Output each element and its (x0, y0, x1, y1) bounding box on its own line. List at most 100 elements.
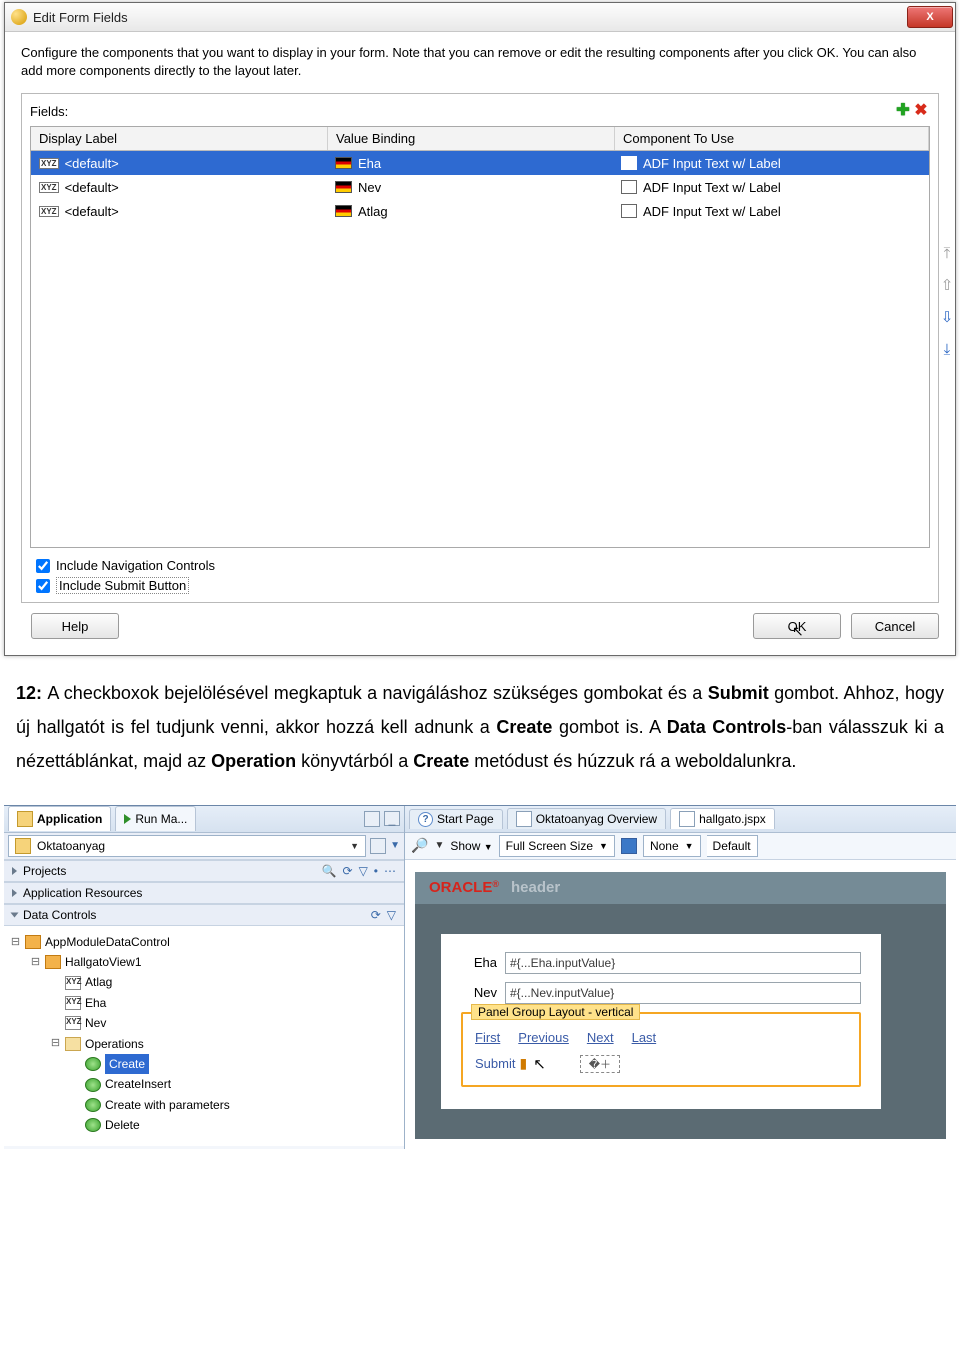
tab-hallgato-jspx[interactable]: hallgato.jspx (670, 808, 775, 829)
tree-attr[interactable]: XYZEha (8, 993, 400, 1013)
tree-operation[interactable]: CreateInsert (8, 1074, 400, 1094)
gear-icon (85, 1057, 101, 1071)
col-display-label[interactable]: Display Label (31, 127, 328, 150)
tab-overview[interactable]: Oktatoanyag Overview (507, 808, 666, 829)
form-row-nev: Nev (461, 982, 861, 1004)
tab-application[interactable]: Application (8, 806, 111, 831)
dialog-title: Edit Form Fields (33, 10, 128, 25)
minimize-icon[interactable]: _ (384, 811, 400, 826)
col-component[interactable]: Component To Use (615, 127, 929, 150)
help-button[interactable]: Help (31, 613, 119, 639)
tree-attr[interactable]: XYZAtlag (8, 972, 400, 992)
move-top-icon[interactable]: ⤒ (937, 243, 957, 263)
page-header-bar: ORACLE® header (415, 872, 946, 904)
next-button[interactable]: Next (587, 1030, 614, 1045)
include-nav-checkbox[interactable] (36, 559, 50, 573)
close-button[interactable]: X (907, 6, 953, 28)
col-value-binding[interactable]: Value Binding (328, 127, 615, 150)
cancel-button[interactable]: Cancel (851, 613, 939, 639)
drop-indicator: �＋ (580, 1055, 620, 1073)
tree-view[interactable]: ⊟ HallgatoView1 (8, 952, 400, 972)
include-submit-label: Include Submit Button (56, 577, 189, 594)
search-icon[interactable]: 🔍 (322, 864, 337, 878)
view-icon (45, 955, 61, 969)
table-row[interactable]: XYZ<default>NevADF Input Text w/ Label (31, 175, 929, 199)
xyz-icon: XYZ (39, 158, 59, 169)
remove-field-icon[interactable]: ✖ (912, 102, 930, 120)
projects-header[interactable]: Projects 🔍 ⟳ ▽ • ⋯ (4, 860, 404, 882)
previous-button[interactable]: Previous (518, 1030, 569, 1045)
drop-caret-icon: ▮ (519, 1055, 527, 1072)
tab-start-page[interactable]: ? Start Page (409, 809, 503, 829)
locale-combo[interactable]: Default (707, 835, 758, 857)
folder-icon (17, 811, 33, 827)
collapse-icon[interactable] (11, 912, 19, 917)
app-menu-icon[interactable] (370, 838, 386, 854)
screen-icon[interactable] (621, 838, 637, 854)
eha-label: Eha (461, 955, 497, 970)
expand-icon[interactable] (12, 867, 17, 875)
tree-root[interactable]: ⊟ AppModuleDataControl (8, 932, 400, 952)
component-icon (621, 180, 637, 194)
table-row[interactable]: XYZ<default>AtlagADF Input Text w/ Label (31, 199, 929, 223)
filter-icon[interactable]: ▽ (387, 908, 396, 922)
screen-size-combo[interactable]: Full Screen Size▼ (499, 835, 615, 857)
navigator-pane: Application Run Ma... _ Oktatoanyag ▼ ▼ … (4, 806, 405, 1149)
ok-button[interactable]: OK ↖ (753, 613, 841, 639)
nev-label: Nev (461, 985, 497, 1000)
help-icon: ? (418, 812, 433, 827)
filter-icon[interactable]: ▽ (359, 864, 368, 878)
binoculars-icon[interactable]: 🔎 (411, 837, 428, 854)
tree-attr[interactable]: XYZNev (8, 1013, 400, 1033)
editor-pane: ? Start Page Oktatoanyag Overview hallga… (405, 806, 956, 1149)
application-combo[interactable]: Oktatoanyag ▼ (8, 835, 366, 857)
design-canvas[interactable]: ORACLE® header Eha Nev Panel Group Layou… (405, 860, 956, 1149)
reorder-buttons: ⤒ ⇧ ⇩ ⤓ (937, 243, 957, 359)
flag-icon (335, 157, 352, 169)
component-icon (621, 156, 637, 170)
first-button[interactable]: First (475, 1030, 500, 1045)
include-submit-row[interactable]: Include Submit Button (36, 577, 930, 594)
move-bottom-icon[interactable]: ⤓ (937, 339, 957, 359)
refresh-icon[interactable]: ⟳ (371, 908, 381, 922)
move-up-icon[interactable]: ⇧ (937, 275, 957, 295)
submit-button[interactable]: Submit (475, 1056, 515, 1071)
data-controls-header[interactable]: Data Controls ⟳ ▽ (4, 904, 404, 926)
refresh-icon[interactable]: ⟳ (343, 864, 353, 878)
tree-operation[interactable]: Delete (8, 1115, 400, 1135)
nev-input[interactable] (505, 982, 861, 1004)
fields-group: Fields: ✚ ✖ Display Label Value Binding … (21, 93, 939, 603)
move-down-icon[interactable]: ⇩ (937, 307, 957, 327)
tree-operation[interactable]: Create (8, 1054, 400, 1074)
data-controls-tree: ⊟ AppModuleDataControl ⊟ HallgatoView1 X… (4, 926, 404, 1146)
show-menu[interactable]: Show ▼ (450, 839, 492, 853)
datacontrol-icon (25, 935, 41, 949)
tab-run-manager[interactable]: Run Ma... (115, 806, 196, 831)
form-row-eha: Eha (461, 952, 861, 974)
tree-operation[interactable]: Create with parameters (8, 1095, 400, 1115)
flag-icon (335, 205, 352, 217)
options-icon[interactable]: ⋯ (384, 864, 396, 878)
gear-icon (85, 1078, 101, 1092)
dialog-description: Configure the components that you want t… (21, 44, 939, 79)
fields-table: Display Label Value Binding Component To… (30, 126, 930, 548)
app-resources-header[interactable]: Application Resources (4, 882, 404, 904)
eha-input[interactable] (505, 952, 861, 974)
last-button[interactable]: Last (632, 1030, 657, 1045)
edit-form-fields-dialog: Edit Form Fields X Configure the compone… (4, 2, 956, 656)
panel-group-layout[interactable]: Panel Group Layout - vertical First Prev… (461, 1012, 861, 1087)
dialog-titlebar[interactable]: Edit Form Fields X (5, 3, 955, 32)
add-field-icon[interactable]: ✚ (894, 102, 912, 120)
tree-operations-folder[interactable]: ⊟ Operations (8, 1034, 400, 1054)
xyz-icon: XYZ (65, 976, 81, 990)
component-icon (621, 204, 637, 218)
include-nav-row[interactable]: Include Navigation Controls (36, 558, 930, 573)
include-submit-checkbox[interactable] (36, 579, 50, 593)
include-nav-label: Include Navigation Controls (56, 558, 215, 573)
expand-icon[interactable] (12, 889, 17, 897)
table-row[interactable]: XYZ<default>EhaADF Input Text w/ Label (31, 151, 929, 175)
restore-icon[interactable] (364, 811, 380, 827)
xyz-icon: XYZ (39, 206, 59, 217)
style-combo[interactable]: None▼ (643, 835, 701, 857)
app-icon (11, 9, 27, 25)
